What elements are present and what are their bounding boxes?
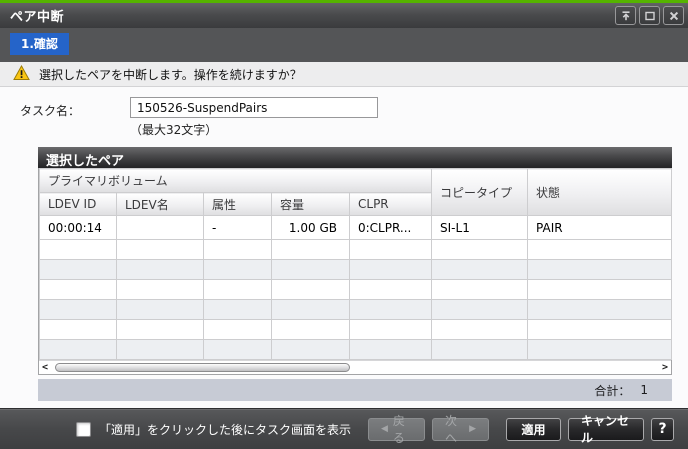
collapse-button[interactable] (615, 6, 636, 25)
column-header-ldev-name: LDEV名 (116, 192, 204, 216)
task-name-label: タスク名： (20, 104, 81, 118)
back-button-label: 戻る (392, 414, 405, 445)
column-header-attribute: 属性 (203, 192, 272, 216)
close-button[interactable] (663, 6, 684, 25)
show-task-screen-checkbox[interactable] (75, 421, 91, 437)
empty-table-row (39, 259, 673, 280)
dialog-content: タスク名： （最大32文字） 選択したペア プライマリボリューム コピー (0, 87, 688, 408)
cell-ldev-name (116, 215, 204, 240)
cell-capacity: 1.00 GB (271, 215, 350, 240)
scroll-right-icon[interactable]: > (659, 361, 671, 375)
window-controls (615, 6, 684, 25)
total-label: 合計： (594, 383, 631, 398)
dialog-title: ペア中断 (10, 10, 65, 25)
empty-table-row (39, 299, 673, 320)
column-group-primary-volume: プライマリボリューム (38, 168, 433, 193)
table-border: プライマリボリューム コピータイプ 状態 LDEV ID LDEV名 属性 容量… (38, 168, 673, 375)
table-row[interactable]: 00:00:14 - 1.00 GB 0:CLPR... SI-L1 PAIR (39, 215, 673, 240)
total-value: 1 (640, 383, 648, 397)
task-name-hint: （最大32文字） (130, 123, 218, 137)
cell-copy-type: SI-L1 (431, 215, 529, 240)
horizontal-scrollbar[interactable]: < > (39, 360, 671, 374)
cancel-button[interactable]: キャンセル (568, 414, 644, 445)
pairs-table: プライマリボリューム コピータイプ 状態 LDEV ID LDEV名 属性 容量… (38, 168, 673, 360)
show-task-screen-option: 「適用」をクリックした後にタスク画面を表示 (75, 421, 351, 438)
back-arrow-icon: ◀ (381, 424, 388, 434)
empty-table-row (39, 319, 673, 340)
cell-attribute: - (203, 215, 272, 240)
collapse-icon (620, 10, 632, 22)
step-tab-confirm: 1.確認 (10, 33, 69, 55)
scrollbar-thumb[interactable] (55, 362, 350, 372)
help-button[interactable]: ? (651, 417, 674, 441)
scrollbar-track[interactable] (51, 361, 659, 375)
cell-clpr: 0:CLPR... (348, 215, 433, 240)
task-name-row: タスク名： （最大32文字） (20, 97, 688, 138)
scroll-left-icon[interactable]: < (39, 361, 51, 375)
column-header-capacity: 容量 (271, 192, 350, 216)
table-title: 選択したペア (38, 147, 672, 169)
title-bar: ペア中断 (0, 3, 688, 28)
column-header-clpr: CLPR (348, 192, 433, 216)
show-task-screen-label[interactable]: 「適用」をクリックした後にタスク画面を表示 (99, 421, 351, 438)
empty-table-row (39, 279, 673, 300)
selected-pairs-table: 選択したペア プライマリボリューム コピータイプ 状態 LDEV ID LDEV… (38, 147, 673, 401)
warning-message: 選択したペアを中断します。操作を続けますか？ (39, 67, 302, 82)
table-footer: 合計： 1 (38, 379, 672, 401)
action-bar: 「適用」をクリックした後にタスク画面を表示 ◀ 戻る 次へ ▶ 適用 キャンセル… (0, 408, 688, 449)
cell-ldev-id: 00:00:14 (39, 215, 117, 240)
task-name-field: （最大32文字） (130, 97, 378, 138)
next-arrow-icon: ▶ (469, 424, 476, 434)
empty-table-row (39, 239, 673, 260)
apply-button[interactable]: 適用 (506, 417, 561, 441)
close-icon (668, 10, 680, 22)
next-button[interactable]: 次へ ▶ (432, 414, 489, 445)
warning-icon (13, 64, 30, 84)
column-header-ldev-id: LDEV ID (39, 192, 117, 216)
maximize-icon (644, 10, 656, 22)
cell-status: PAIR (527, 215, 673, 240)
column-header-copy-type: コピータイプ (431, 168, 529, 216)
task-name-input[interactable] (130, 97, 378, 118)
back-button[interactable]: ◀ 戻る (368, 414, 425, 445)
maximize-button[interactable] (639, 6, 660, 25)
next-button-label: 次へ (445, 414, 458, 445)
empty-table-row (39, 339, 673, 360)
pair-suspend-dialog: ペア中断 1.確認 選択したペアを中断します。操作を続けますか？ タスク名： 1… (0, 0, 688, 449)
warning-banner: 選択したペアを中断します。操作を続けますか？ (0, 62, 688, 87)
step-bar: 1.確認 (0, 28, 688, 62)
column-header-status: 状態 (527, 168, 673, 216)
